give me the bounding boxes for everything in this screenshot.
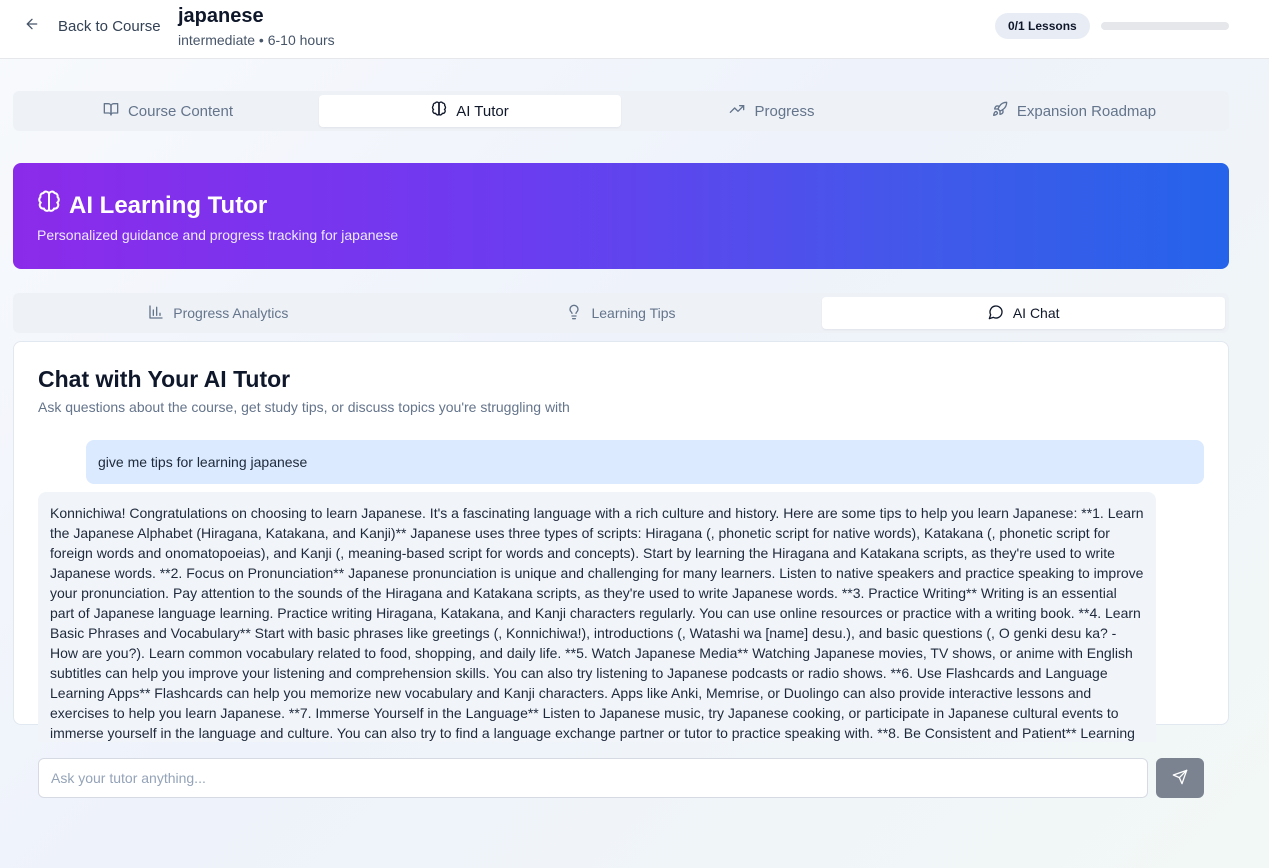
tab-course-content[interactable]: Course Content xyxy=(17,95,319,127)
tab-label: Expansion Roadmap xyxy=(1016,102,1157,120)
book-open-icon xyxy=(103,101,119,121)
back-link-label: Back to Course xyxy=(58,17,161,35)
course-progress-bar xyxy=(1101,22,1229,30)
main-tabs: Course Content AI Tutor Progress Expansi… xyxy=(13,91,1229,131)
tab-ai-chat[interactable]: AI Chat xyxy=(822,297,1226,329)
course-meta: intermediate • 6-10 hours xyxy=(178,32,335,48)
tab-expansion-roadmap[interactable]: Expansion Roadmap xyxy=(923,95,1225,127)
ai-tutor-banner: AI Learning Tutor Personalized guidance … xyxy=(13,163,1229,269)
course-title: japanese xyxy=(178,5,264,27)
banner-title-row: AI Learning Tutor xyxy=(37,190,267,221)
user-message: give me tips for learning japanese xyxy=(86,440,1204,484)
brain-icon xyxy=(431,101,447,121)
send-button[interactable] xyxy=(1156,758,1204,798)
chat-title: Chat with Your AI Tutor xyxy=(38,366,291,392)
message-circle-icon xyxy=(988,304,1004,323)
tab-label: Course Content xyxy=(127,102,234,120)
tab-progress-analytics[interactable]: Progress Analytics xyxy=(17,297,420,329)
brain-icon xyxy=(37,190,61,221)
tab-learning-tips[interactable]: Learning Tips xyxy=(420,297,823,329)
banner-title: AI Learning Tutor xyxy=(69,191,268,219)
tab-progress[interactable]: Progress xyxy=(621,95,923,127)
send-icon xyxy=(1172,769,1188,788)
arrow-left-icon xyxy=(24,16,40,36)
chat-description: Ask questions about the course, get stud… xyxy=(38,399,570,415)
bar-chart-icon xyxy=(148,304,164,323)
banner-subtitle: Personalized guidance and progress track… xyxy=(37,227,399,243)
tutor-sub-tabs: Progress Analytics Learning Tips AI Chat xyxy=(13,293,1229,333)
tab-label: Progress xyxy=(754,102,815,120)
lightbulb-icon xyxy=(566,304,582,323)
assistant-message: Konnichiwa! Congratulations on choosing … xyxy=(38,492,1156,742)
tab-label: Progress Analytics xyxy=(173,305,289,321)
trending-up-icon xyxy=(729,101,745,121)
tab-ai-tutor[interactable]: AI Tutor xyxy=(319,95,621,127)
top-bar: Back to Course japanese intermediate • 6… xyxy=(0,0,1269,59)
back-to-course-link[interactable]: Back to Course xyxy=(24,15,161,37)
lessons-badge: 0/1 Lessons xyxy=(995,13,1090,39)
tab-label: AI Chat xyxy=(1012,305,1060,321)
tab-label: AI Tutor xyxy=(456,102,509,120)
tab-label: Learning Tips xyxy=(591,305,676,321)
chat-input[interactable] xyxy=(38,758,1148,798)
rocket-icon xyxy=(992,101,1008,121)
